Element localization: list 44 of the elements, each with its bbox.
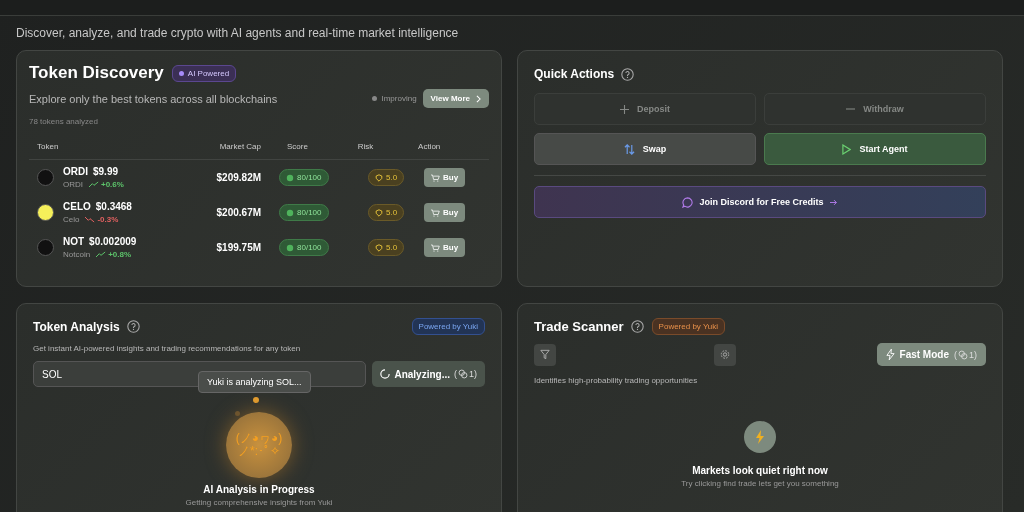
tokens-count: 78 tokens analyzed (29, 117, 99, 126)
card-description: Identifies high-probability trading opportunities (534, 376, 699, 385)
card-title: Token Analysis (33, 319, 120, 334)
token-name: ORDI (63, 180, 83, 189)
column-header: Token (29, 138, 183, 160)
token-name: Notcoin (63, 250, 91, 259)
risk-badge: 5.0 (367, 204, 405, 221)
ai-powered-badge: AI Powered (171, 64, 237, 82)
score-badge: 80/100 (279, 239, 329, 256)
score-badge: 80/100 (279, 204, 329, 221)
token-symbol: ORDI (63, 166, 88, 177)
risk-badge: 5.0 (367, 239, 405, 256)
empty-text: Try clicking find trade lets get you something (681, 479, 839, 488)
price-change: -0.3% (85, 215, 119, 224)
token-symbol: NOT (63, 236, 85, 247)
empty-title: Markets look quiet right now (692, 465, 828, 476)
market-cap-cell: $209.82M (182, 159, 280, 195)
card-title: Token Discovery (29, 63, 164, 83)
progress-text: Getting comprehensive insights from Yuki (185, 498, 333, 507)
token-symbol: CELO (63, 201, 91, 212)
token-price: $0.3468 (95, 201, 132, 212)
powered-by-badge: Powered by Yuki (651, 318, 726, 335)
token-price: $9.99 (93, 166, 119, 177)
market-cap-cell: $199.75M (182, 230, 280, 265)
price-change: +0.6% (89, 180, 124, 189)
column-header: Market Cap (182, 138, 280, 160)
card-description: Explore only the best tokens across all blockchains (29, 92, 278, 105)
powered-by-badge: Powered by Yuki (411, 318, 485, 335)
risk-badge: 5.0 (367, 169, 405, 186)
progress-title: AI Analysis in Progress (203, 484, 315, 495)
status-label: Improving (372, 94, 417, 103)
token-price: $0.002009 (89, 236, 137, 247)
column-header: Risk (349, 138, 411, 160)
column-header: Action (410, 138, 489, 160)
card-title: Trade Scanner (534, 319, 624, 334)
token-name: Celo (63, 215, 80, 224)
market-cap-cell: $200.67M (182, 195, 280, 230)
score-badge: 80/100 (279, 169, 329, 186)
card-title: Quick Actions (534, 67, 615, 81)
card-description: Get instant AI-powered insights and trading recommendations for any token (33, 344, 302, 353)
column-header: Score (279, 138, 350, 160)
page-subtitle: Discover, analyze, and trade crypto with AI agents and real-time market intelligence (16, 26, 460, 40)
price-change: +0.8% (96, 250, 132, 259)
tooltip: Yuki is analyzing SOL... (198, 371, 311, 393)
